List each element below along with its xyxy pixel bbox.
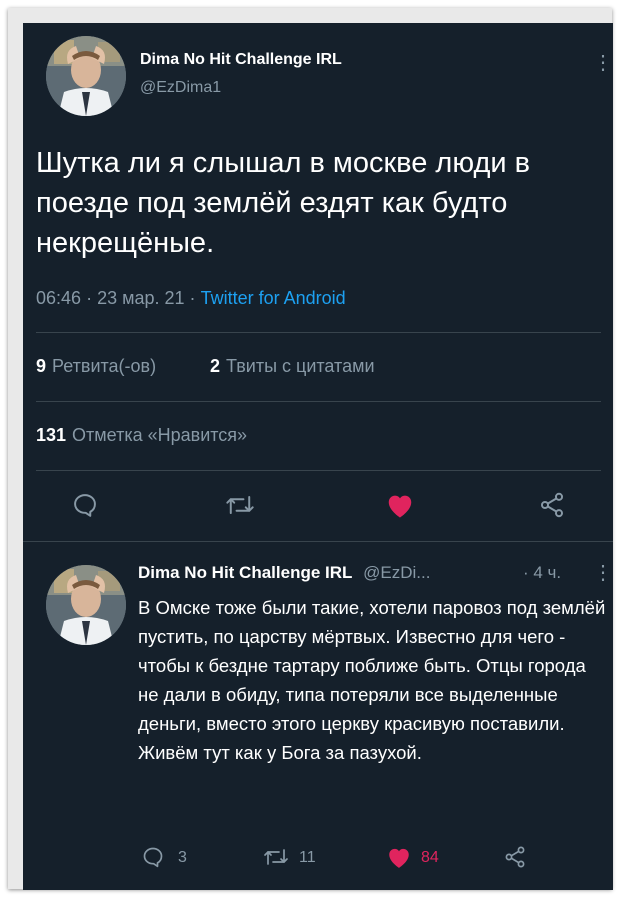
tweet-meta: 06:46 · 23 мар. 21 · Twitter for Android <box>36 288 346 309</box>
author-handle[interactable]: @EzDima1 <box>140 79 221 97</box>
heart-icon[interactable] <box>386 845 412 874</box>
avatar-photo-icon <box>46 565 126 645</box>
author-name[interactable]: Dima No Hit Challenge IRL <box>140 51 342 69</box>
divider <box>23 541 613 542</box>
tweet-screen: Dima No Hit Challenge IRL @EzDima1 ⋮ Шут… <box>23 23 613 890</box>
reply-author-name[interactable]: Dima No Hit Challenge IRL <box>138 563 352 582</box>
tweet-time: 06:46 <box>36 288 82 308</box>
retweet-count: 11 <box>299 849 316 866</box>
likes-count: 131 <box>36 425 67 445</box>
reply-header: Dima No Hit Challenge IRL @EzDi... <box>138 563 430 583</box>
more-vertical-icon[interactable]: ⋮ <box>593 563 613 583</box>
like-count: 84 <box>421 849 439 866</box>
retweets-label: Ретвита(-ов) <box>52 356 157 376</box>
reply-icon[interactable] <box>71 491 99 524</box>
reply-author-avatar[interactable] <box>46 565 126 645</box>
heart-icon[interactable] <box>385 491 415 524</box>
share-icon[interactable] <box>503 845 527 874</box>
avatar-photo-icon <box>46 36 126 116</box>
reply-count: 3 <box>178 849 187 866</box>
retweet-icon[interactable] <box>263 845 289 874</box>
share-icon[interactable] <box>538 491 566 524</box>
retweet-icon[interactable] <box>225 491 255 524</box>
tweet-text: Шутка ли я слышал в москве люди в поезде… <box>36 147 531 259</box>
quote-stats[interactable]: 2 Твиты с цитатами <box>210 356 375 377</box>
divider <box>36 332 601 333</box>
meta-separator: · <box>189 288 196 308</box>
author-avatar[interactable] <box>46 36 126 116</box>
retweets-count: 9 <box>36 356 47 376</box>
more-vertical-icon[interactable]: ⋮ <box>593 53 613 73</box>
retweet-stats[interactable]: 9 Ретвита(-ов) <box>36 356 156 377</box>
photo-frame: Dima No Hit Challenge IRL @EzDima1 ⋮ Шут… <box>8 8 613 890</box>
quotes-count: 2 <box>210 356 221 376</box>
reply-author-handle[interactable]: @EzDi... <box>363 563 430 582</box>
reply-text: В Омске тоже были такие, хотели паровоз … <box>138 597 606 763</box>
tweet-date: 23 мар. 21 <box>97 288 185 308</box>
divider <box>36 401 601 402</box>
like-stats[interactable]: 131 Отметка «Нравится» <box>36 425 247 446</box>
quotes-label: Твиты с цитатами <box>226 356 375 376</box>
reply-age: · 4 ч. <box>523 563 562 582</box>
divider <box>36 470 601 471</box>
meta-separator: · <box>86 288 93 308</box>
likes-label: Отметка «Нравится» <box>72 425 248 445</box>
tweet-client-link[interactable]: Twitter for Android <box>201 288 346 308</box>
reply-icon[interactable] <box>141 845 165 874</box>
